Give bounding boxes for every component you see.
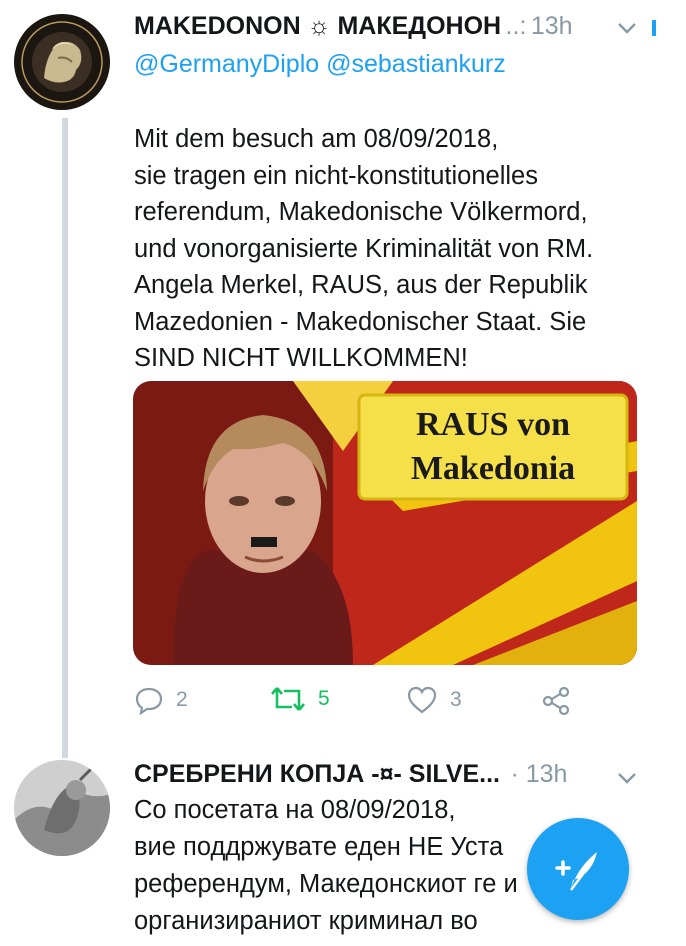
like-button[interactable]: 3 — [406, 685, 462, 715]
compose-tweet-button[interactable] — [527, 818, 629, 920]
scroll-indicator — [652, 20, 656, 36]
display-name[interactable]: MAKEDONON ☼ МАКЕДОНОН — [134, 12, 501, 40]
thread-connector-line — [62, 118, 68, 758]
retweet-button[interactable]: 5 — [270, 685, 330, 713]
name-truncation: ..: — [505, 12, 527, 40]
share-icon — [542, 686, 570, 716]
display-name[interactable]: СРЕБРЕНИ КОПЈА -¤- SILVE... — [134, 760, 500, 788]
reply-icon — [135, 687, 163, 715]
image-caption-line2: Makedonia — [411, 450, 575, 487]
avatar[interactable] — [14, 14, 110, 110]
compose-icon — [555, 852, 597, 891]
image-caption-line1: RAUS von — [416, 406, 570, 443]
retweet-icon — [271, 687, 305, 711]
tweet-text: Mit dem besuch am 08/09/2018, sie tragen… — [134, 125, 594, 372]
tweet-header: MAKEDONON ☼ МАКЕДОНОН ..: 13h — [134, 12, 573, 41]
timestamp[interactable]: · 13h — [510, 760, 567, 788]
like-icon — [407, 686, 437, 714]
reply-count: 2 — [176, 688, 188, 711]
tweet-header: СРЕБРЕНИ КОПЈА -¤- SILVE... · 13h — [134, 760, 567, 789]
like-count: 3 — [450, 688, 462, 711]
share-button[interactable] — [540, 685, 572, 717]
retweet-count: 5 — [318, 687, 330, 710]
tweet-image[interactable]: RAUS von Makedonia — [133, 381, 637, 665]
chevron-down-icon[interactable] — [616, 770, 638, 786]
timestamp[interactable]: 13h — [531, 12, 573, 40]
reply-button[interactable]: 2 — [134, 685, 188, 715]
mentions[interactable]: @GermanyDiplo @sebastiankurz — [134, 50, 506, 79]
avatar[interactable] — [14, 760, 110, 856]
chevron-down-icon[interactable] — [616, 20, 638, 36]
tweet-actions: 2 5 3 — [134, 685, 594, 721]
